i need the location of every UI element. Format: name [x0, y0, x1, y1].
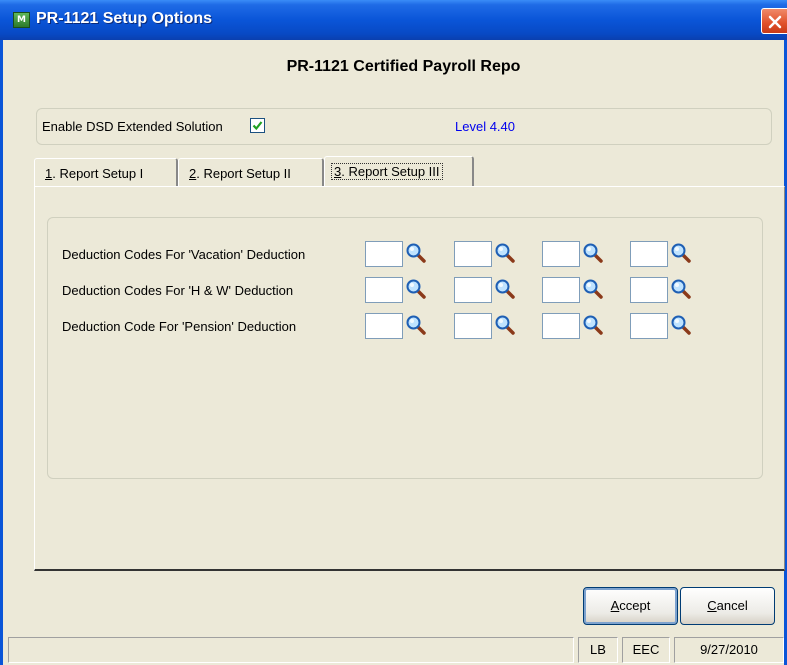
tab-label: . Report Setup II — [196, 166, 291, 181]
app-icon: M — [13, 12, 30, 28]
enable-label: Enable DSD Extended Solution — [42, 119, 223, 134]
lookup-icon[interactable] — [582, 242, 604, 264]
lookup-icon[interactable] — [670, 314, 692, 336]
accept-button[interactable]: Accept — [583, 587, 678, 625]
deduction-code-input[interactable] — [542, 277, 580, 303]
status-date: 9/27/2010 — [674, 637, 784, 663]
lookup-icon[interactable] — [494, 278, 516, 300]
deduction-code-input[interactable] — [630, 241, 668, 267]
lookup-icon[interactable] — [582, 278, 604, 300]
accept-label: ccept — [619, 598, 651, 613]
status-company: EEC — [622, 637, 670, 663]
cancel-label: ancel — [716, 598, 748, 613]
deduction-code-input[interactable] — [630, 313, 668, 339]
deduction-codes-group: Deduction Codes For 'Vacation' Deduction… — [47, 217, 763, 479]
window-title: PR-1121 Setup Options — [36, 10, 213, 27]
deduction-row-label: Deduction Codes For 'H & W' Deduction — [62, 283, 294, 298]
lookup-icon[interactable] — [405, 278, 427, 300]
close-button[interactable] — [761, 8, 787, 34]
checkmark-icon — [252, 121, 263, 131]
tab-focus-label: 3. Report Setup III — [331, 163, 443, 180]
deduction-row-label: Deduction Code For 'Pension' Deduction — [62, 319, 297, 334]
lookup-icon[interactable] — [405, 314, 427, 336]
deduction-code-input[interactable] — [454, 313, 492, 339]
title-bar: M PR-1121 Setup Options — [0, 0, 787, 40]
tab-report-setup-3[interactable]: 3. Report Setup III — [324, 156, 474, 186]
status-user: LB — [578, 637, 618, 663]
deduction-code-input[interactable] — [365, 313, 403, 339]
status-message — [8, 637, 574, 663]
level-text: Level 4.40 — [455, 119, 515, 134]
lookup-icon[interactable] — [582, 314, 604, 336]
options-group: Enable DSD Extended Solution Level 4.40 — [36, 108, 772, 145]
deduction-code-input[interactable] — [542, 241, 580, 267]
deduction-code-input[interactable] — [365, 277, 403, 303]
tab-panel: Deduction Codes For 'Vacation' Deduction… — [34, 186, 785, 571]
deduction-code-input[interactable] — [630, 277, 668, 303]
deduction-code-input[interactable] — [542, 313, 580, 339]
tab-report-setup-1[interactable]: 1. Report Setup I — [34, 158, 178, 186]
cancel-mnemonic: C — [707, 598, 717, 613]
lookup-icon[interactable] — [670, 242, 692, 264]
lookup-icon[interactable] — [494, 314, 516, 336]
status-bar: LB EEC 9/27/2010 — [3, 634, 784, 665]
deduction-code-input[interactable] — [365, 241, 403, 267]
lookup-icon[interactable] — [670, 278, 692, 300]
cancel-button[interactable]: Cancel — [680, 587, 775, 625]
page-title: PR-1121 Certified Payroll Repo — [286, 58, 521, 75]
enable-checkbox[interactable] — [250, 118, 265, 133]
tab-label: . Report Setup I — [52, 166, 144, 181]
accept-mnemonic: A — [610, 598, 620, 613]
tab-report-setup-2[interactable]: 2. Report Setup II — [178, 158, 324, 186]
close-icon — [768, 15, 782, 29]
deduction-code-input[interactable] — [454, 241, 492, 267]
tab-label: . Report Setup III — [341, 164, 440, 179]
deduction-row-label: Deduction Codes For 'Vacation' Deduction — [62, 247, 306, 262]
lookup-icon[interactable] — [494, 242, 516, 264]
deduction-code-input[interactable] — [454, 277, 492, 303]
window-border-left — [0, 40, 3, 665]
lookup-icon[interactable] — [405, 242, 427, 264]
